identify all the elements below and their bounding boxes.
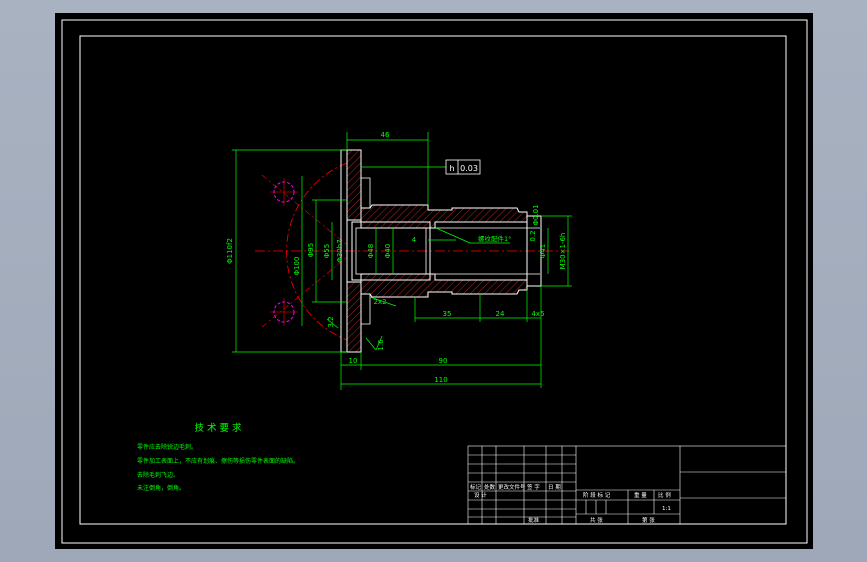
dim-chamfer: 2x2 <box>373 298 386 306</box>
label-revision: 标记 <box>470 483 482 491</box>
scale-value: 1:1 <box>662 506 671 512</box>
bolt-centerline-upper <box>261 174 348 246</box>
chamfer-mark-lower <box>360 293 371 325</box>
bolt-hole-lower <box>270 298 298 326</box>
note-item: 未注倒角，倒角。 <box>137 484 185 492</box>
note-item: 去除毛刺飞边。 <box>137 471 179 479</box>
dim-10: 10 <box>349 357 358 365</box>
dim-phi-95: Φ95 <box>307 243 315 257</box>
dim-phi-100: Φ100 <box>293 257 301 276</box>
note-item: 零件应去除锐边毛刺。 <box>137 443 197 451</box>
shaft-section-upper <box>360 204 528 229</box>
dim-4x5: 4x5 <box>531 310 544 318</box>
label-date: 日 期 <box>548 484 561 491</box>
dim-35: 35 <box>443 310 452 318</box>
surface-roughness-32: 3.2 <box>327 316 335 327</box>
tolerance-value: 0.03 <box>460 164 478 173</box>
flange-section-lower <box>346 281 362 353</box>
dim-phi-30: Φ30h7 <box>336 239 344 262</box>
dim-phi-41: Φ41 <box>539 244 547 258</box>
dim-thread: M30×1-6h <box>559 233 567 270</box>
note-item: 零件加工表面上，不应有划痕、擦伤等损伤零件表面的缺陷。 <box>137 457 299 465</box>
cad-viewport: h 0.03 46 Φ110f2 Φ100 Φ95 Φ55 Φ48 Φ40 Φ3… <box>0 0 867 562</box>
dim-runout: Φ0.01 <box>532 204 540 225</box>
label-signature: 签 字 <box>527 483 540 491</box>
label-sheet-no: 第 张 <box>642 516 655 524</box>
shaft-section-lower <box>360 273 528 298</box>
engineering-drawing: h 0.03 46 Φ110f2 Φ100 Φ95 Φ55 Φ48 Φ40 Φ3… <box>61 19 808 544</box>
drawing-canvas[interactable]: h 0.03 46 Φ110f2 Φ100 Φ95 Φ55 Φ48 Φ40 Φ3… <box>55 13 813 549</box>
dim-phi-48: Φ48 <box>367 244 375 258</box>
surface-roughness-16: 1.6 <box>377 339 385 351</box>
dim-110: 110 <box>434 376 447 384</box>
label-designer: 设 计 <box>474 491 487 499</box>
technical-requirements: 技 术 要 求 零件应去除锐边毛刺。 零件加工表面上，不应有划痕、擦伤等损伤零件… <box>137 422 299 492</box>
dimension-lines <box>232 132 572 390</box>
flange-section-upper <box>346 149 362 221</box>
dim-flange-width: 46 <box>381 131 390 139</box>
title-block-text: 标记 处数 更改文件号 签 字 日 期 设 计 阶 段 标 记 重 量 比 例 … <box>470 483 671 524</box>
dim-4: 4 <box>412 236 417 244</box>
dim-24: 24 <box>496 310 505 318</box>
label-scale: 比 例 <box>658 491 671 499</box>
bolt-hole-upper <box>270 178 298 206</box>
notes-heading: 技 术 要 求 <box>194 422 242 434</box>
dimension-text: 46 Φ110f2 Φ100 Φ95 Φ55 Φ48 Φ40 Φ30h7 Φ41… <box>226 131 567 384</box>
label-count: 处数 <box>484 483 496 491</box>
label-doc-no: 更改文件号 <box>498 483 526 491</box>
dim-chamfer-radius: 0.2 <box>529 230 537 241</box>
dim-phi-55: Φ55 <box>323 244 331 258</box>
label-weight: 重 量 <box>634 491 647 499</box>
geometric-tolerance-frame: h 0.03 <box>445 159 481 175</box>
label-stage: 阶 段 标 记 <box>583 491 611 499</box>
chamfer-mark-upper <box>360 177 371 209</box>
label-approve: 批准 <box>528 516 540 524</box>
label-sheet-total: 共 张 <box>590 516 603 524</box>
thread-callout: 螺纹配件1° <box>478 234 511 243</box>
tolerance-symbol: h <box>449 164 454 173</box>
dim-phi-150: Φ110f2 <box>226 238 234 264</box>
dim-phi-40: Φ40 <box>384 244 392 258</box>
dim-90: 90 <box>439 357 448 365</box>
